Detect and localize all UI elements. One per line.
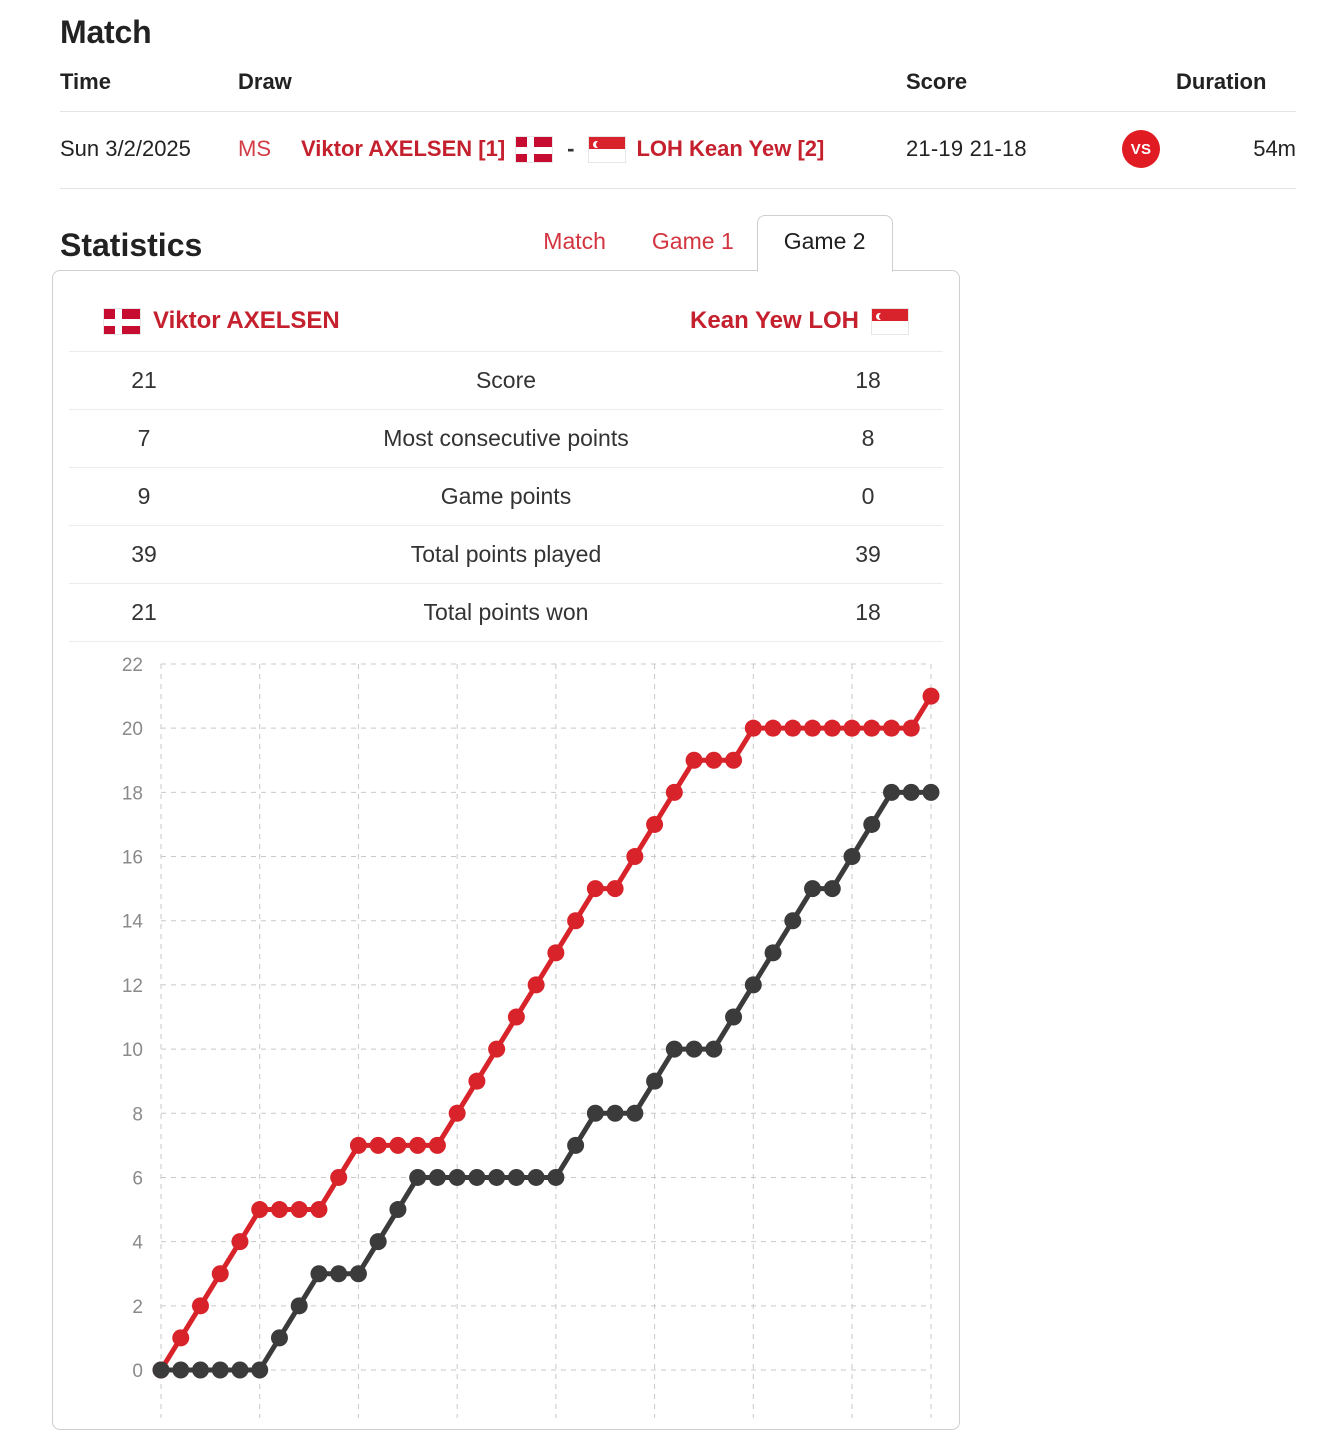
singapore-flag-icon: [871, 307, 909, 335]
column-header-duration: Duration: [1176, 69, 1296, 112]
draw-code[interactable]: MS: [238, 136, 271, 162]
tab-game-1[interactable]: Game 1: [629, 217, 757, 272]
svg-text:6: 6: [132, 1168, 143, 1189]
stat-label: Game points: [440, 483, 572, 509]
stat-value-right: 8: [861, 425, 875, 451]
match-table-header-row: Time Draw Score Duration: [60, 69, 1296, 112]
match-section: Match Time Draw Score Duration Sun 3/2/2…: [0, 0, 1344, 189]
match-heading: Match: [60, 14, 152, 50]
stat-value-left: 39: [131, 541, 157, 567]
player-one-name[interactable]: Viktor AXELSEN [1]: [301, 136, 505, 162]
versus-dash: -: [567, 136, 575, 161]
stat-value-right: 0: [861, 483, 875, 509]
stat-value-right: 18: [855, 367, 881, 393]
svg-text:14: 14: [122, 912, 144, 933]
column-header-score: Score: [906, 69, 1106, 112]
svg-text:2: 2: [132, 1297, 143, 1318]
column-header-draw: Draw: [238, 69, 906, 112]
svg-text:0: 0: [132, 1361, 143, 1382]
stat-label: Total points played: [410, 541, 602, 567]
svg-text:16: 16: [122, 848, 143, 869]
stat-value-right: 18: [855, 599, 881, 625]
stats-player-left-label: Viktor AXELSEN: [153, 307, 340, 334]
player-two-name[interactable]: LOH Kean Yew [2]: [636, 136, 824, 162]
svg-text:20: 20: [122, 719, 143, 740]
column-header-time: Time: [60, 69, 238, 112]
table-row: 21 Total points won 18: [69, 584, 943, 642]
stats-player-left: Viktor AXELSEN: [103, 307, 340, 335]
singapore-flag-icon: [588, 135, 627, 163]
table-row: 39 Total points played 39: [69, 526, 943, 584]
statistics-tabs: Match Game 1 Game 2: [520, 214, 893, 272]
tab-game-2[interactable]: Game 2: [756, 215, 893, 272]
svg-text:18: 18: [122, 783, 143, 804]
statistics-heading: Statistics: [60, 227, 203, 263]
statistics-panel: Viktor AXELSEN Kean Yew LOH 21 Score 18 …: [52, 270, 960, 1430]
stat-label: Score: [475, 367, 537, 393]
match-score: 21-19 21-18: [906, 111, 1106, 189]
statistics-players-row: Viktor AXELSEN Kean Yew LOH: [69, 285, 943, 352]
statistics-header: Statistics Match Game 1 Game 2: [0, 189, 1344, 272]
stat-value-left: 7: [137, 425, 151, 451]
stat-value-left: 21: [131, 599, 157, 625]
match-time: Sun 3/2/2025: [60, 111, 238, 189]
stat-label: Total points won: [423, 599, 589, 625]
stat-label: Most consecutive points: [383, 425, 629, 451]
stats-player-right-label: Kean Yew LOH: [690, 307, 859, 334]
score-progression-chart: 0 2 4 6 8 10 12 14 16 18 20 22: [53, 642, 959, 1422]
stat-value-left: 9: [137, 483, 151, 509]
match-row[interactable]: Sun 3/2/2025 MS Viktor AXELSEN [1] - LOH…: [60, 111, 1296, 189]
table-row: 9 Game points 0: [69, 468, 943, 526]
svg-text:10: 10: [122, 1040, 143, 1061]
denmark-flag-icon: [103, 307, 141, 335]
stat-value-left: 21: [131, 367, 157, 393]
match-badge-cell: VS: [1106, 111, 1176, 189]
denmark-flag-icon: [515, 135, 554, 163]
svg-text:12: 12: [122, 976, 143, 997]
score-progression-svg: 0 2 4 6 8 10 12 14 16 18 20 22: [122, 655, 940, 1418]
stat-value-right: 39: [855, 541, 881, 567]
stats-player-right: Kean Yew LOH: [690, 307, 909, 335]
match-draw-cell: MS Viktor AXELSEN [1] - LOH Kean Yew [2]: [238, 111, 906, 189]
tab-match[interactable]: Match: [520, 217, 629, 272]
svg-text:4: 4: [132, 1233, 143, 1254]
vs-badge-icon[interactable]: VS: [1122, 130, 1160, 168]
table-row: 21 Score 18: [69, 352, 943, 410]
svg-text:22: 22: [122, 655, 143, 676]
svg-text:8: 8: [132, 1104, 143, 1125]
table-row: 7 Most consecutive points 8: [69, 410, 943, 468]
match-table: Time Draw Score Duration Sun 3/2/2025 MS…: [60, 69, 1296, 189]
match-duration: 54m: [1176, 111, 1296, 189]
